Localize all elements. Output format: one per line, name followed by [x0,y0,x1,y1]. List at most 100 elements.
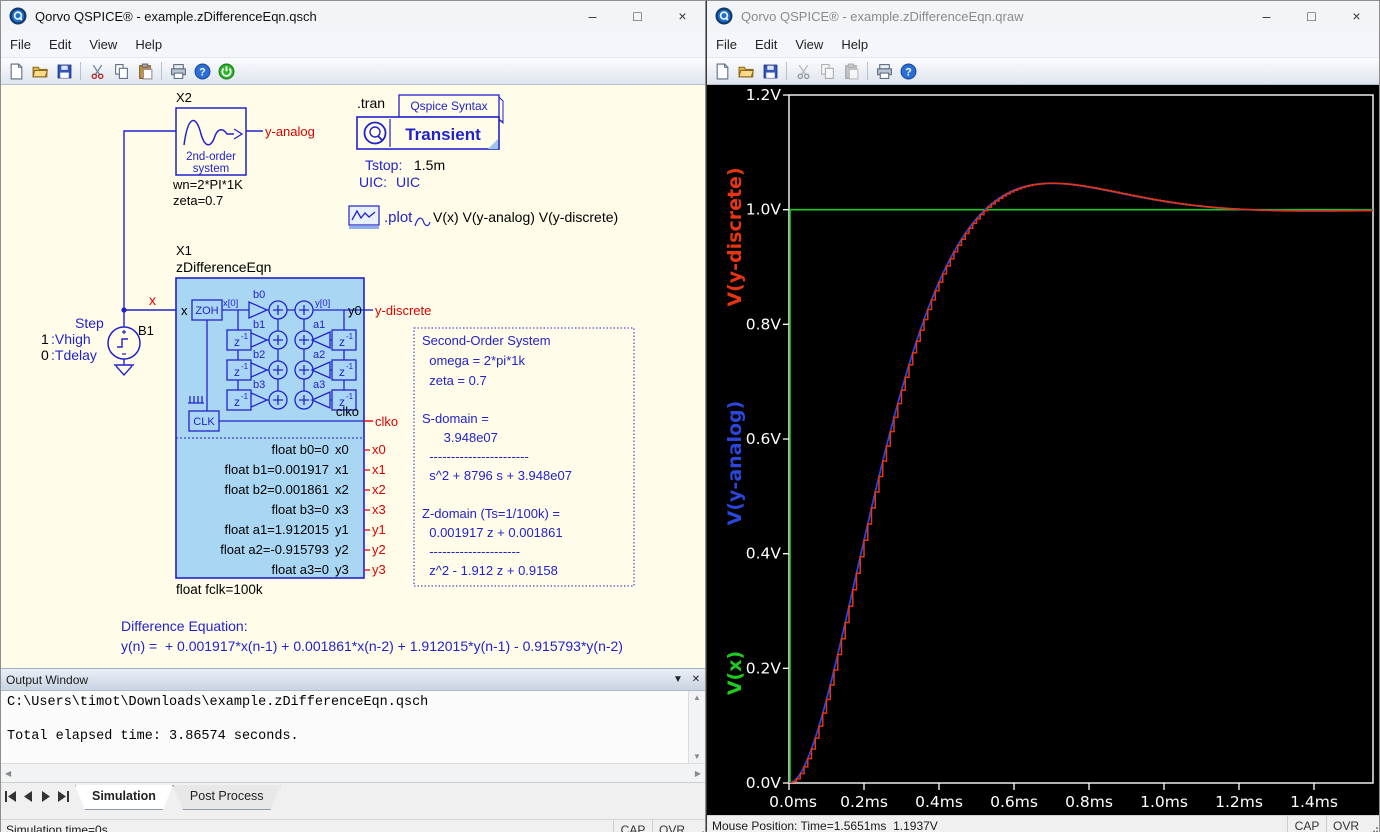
save-icon [762,63,779,80]
help-button[interactable]: ? [191,60,213,82]
schematic-canvas[interactable]: X2 2nd-order system wn=2*PI*1K zeta=0.7 … [1,85,705,668]
b1-refdes: B1 [138,323,154,338]
console-horizontal-scrollbar[interactable]: ◀ ▶ [1,763,705,782]
plot-directive[interactable]: .plot V(x) V(y-analog) V(y-discrete) [349,206,618,229]
open-file-button[interactable] [29,60,51,82]
param-net: x2 [372,482,386,497]
menu-help[interactable]: Help [832,33,877,56]
param-net: x1 [372,462,386,477]
open-file-button[interactable] [735,60,757,82]
save-button[interactable] [53,60,75,82]
next-tab-icon[interactable] [39,791,52,802]
param-decl: float b0=0 [272,442,329,457]
comment-line: --------------------- [422,544,520,559]
maximize-button[interactable]: □ [615,1,660,31]
svg-text:0.4V: 0.4V [746,545,782,563]
menu-view[interactable]: View [786,33,832,56]
delay-exp: -1 [241,392,249,401]
maximize-button[interactable]: □ [1289,1,1334,31]
run-button[interactable] [215,60,237,82]
x2-param-wn: wn=2*PI*1K [172,177,243,192]
component-b1-step-source[interactable]: B1 Step 1 :Vhigh 0 :Tdelay x [41,292,156,363]
menu-edit[interactable]: Edit [746,33,786,56]
menu-file[interactable]: File [707,33,746,56]
trace-label-v-y-analog[interactable]: V(y-analog) [724,401,746,526]
titlebar-waveform[interactable]: Qorvo QSPICE® - example.zDifferenceEqn.q… [707,1,1379,31]
copy-button[interactable] [110,60,132,82]
comment-box[interactable]: Second-Order System omega = 2*pi*1k zeta… [414,328,634,586]
save-button[interactable] [759,60,781,82]
delay-exp: -1 [241,362,249,371]
save-icon [56,63,73,80]
first-tab-icon[interactable] [5,791,18,802]
cut-button[interactable] [792,60,814,82]
x1-refdes: X1 [176,243,192,258]
print-icon [170,63,187,80]
waveform-plot-area[interactable]: 1.2V 1.0V 0.8V 0.6V 0.4V 0.2V 0.0V 0.0ms… [707,85,1379,815]
ovr-indicator: OVR [1326,816,1365,832]
scroll-down-icon[interactable]: ▼ [693,752,701,761]
x1-tap-y0: y[0] [315,298,330,309]
paste-button[interactable] [840,60,862,82]
scroll-right-icon[interactable]: ▶ [695,769,701,778]
tstop-label: Tstop: [365,157,402,173]
new-file-button[interactable] [711,60,733,82]
tab-post-process[interactable]: Post Process [173,785,281,810]
gain-label-b0: b0 [253,289,265,301]
trace-label-v-y-discrete[interactable]: V(y-discrete) [724,167,746,306]
component-x1-zdifferenceeqn[interactable]: X1 zDifferenceEqn [176,243,431,597]
close-button[interactable]: × [660,1,705,31]
print-icon [876,63,893,80]
param-decl: float a3=0 [272,562,329,577]
paste-button[interactable] [134,60,156,82]
close-button[interactable]: × [1334,1,1379,31]
output-window-menu-icon[interactable]: ▼ [669,674,687,685]
delay-z: z [234,365,240,379]
comment-line: z^2 - 1.912 z + 0.9158 [422,563,558,578]
scroll-left-icon[interactable]: ◀ [5,769,11,778]
difference-equation-title[interactable]: Difference Equation: [121,618,248,634]
output-window-header[interactable]: Output Window ▼ ✕ [1,668,705,691]
minimize-button[interactable]: – [1244,1,1289,31]
menu-file[interactable]: File [1,33,40,56]
copy-icon [819,63,836,80]
print-button[interactable] [167,60,189,82]
trace-label-v-x[interactable]: V(x) [724,651,746,695]
svg-text:0.6V: 0.6V [746,430,782,448]
minimize-button[interactable]: – [570,1,615,31]
delay-z: z [234,395,240,409]
tran-directive[interactable]: .tran Qspice Syntax Transient Tstop: 1.5… [357,95,503,190]
console-output[interactable]: C:\Users\timot\Downloads\example.zDiffer… [1,691,688,763]
x1-pin-x: x [181,303,188,318]
output-window-close-icon[interactable]: ✕ [687,674,705,685]
toolbar: ? [707,58,1379,85]
print-button[interactable] [873,60,895,82]
resize-grip[interactable] [691,820,705,832]
resize-grip[interactable] [1365,816,1379,832]
net-label-y-analog: y-analog [265,124,315,139]
scroll-up-icon[interactable]: ▲ [693,693,701,702]
cut-button[interactable] [86,60,108,82]
param-pin: x2 [335,482,349,497]
help-button[interactable]: ? [897,60,919,82]
param-pin: y3 [335,562,349,577]
menu-help[interactable]: Help [126,33,171,56]
console-vertical-scrollbar[interactable]: ▲ ▼ [688,691,705,763]
last-tab-icon[interactable] [56,791,69,802]
tab-simulation[interactable]: Simulation [75,785,173,810]
copy-button[interactable] [816,60,838,82]
param-decl: float b2=0.001861 [225,482,329,497]
param-pin: y2 [335,542,349,557]
menu-edit[interactable]: Edit [40,33,80,56]
net-label-clko: clko [375,414,398,429]
param-pin: x0 [335,442,349,457]
component-x2-2nd-order-system[interactable]: X2 2nd-order system wn=2*PI*1K zeta=0.7 … [172,90,315,208]
menu-view[interactable]: View [80,33,126,56]
b1-tdelay-param: :Tdelay [51,347,97,363]
new-file-button[interactable] [5,60,27,82]
difference-equation-text[interactable]: y(n) = + 0.001917*x(n-1) + 0.001861*x(n-… [121,638,623,654]
prev-tab-icon[interactable] [22,791,35,802]
svg-text:0.0ms: 0.0ms [769,793,817,811]
titlebar-schematic[interactable]: Qorvo QSPICE® - example.zDifferenceEqn.q… [1,1,705,31]
comment-line: 3.948e07 [422,430,498,445]
